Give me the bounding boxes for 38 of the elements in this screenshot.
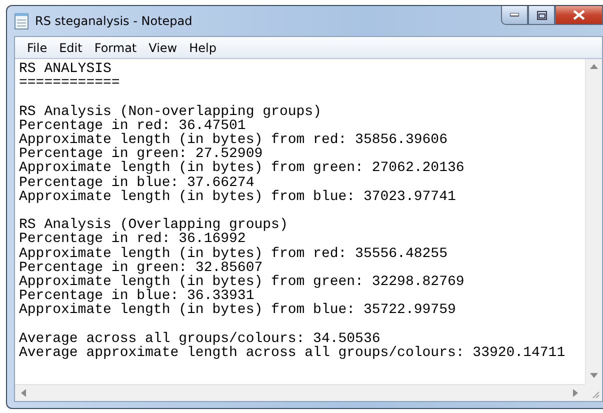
close-icon xyxy=(573,10,585,20)
menu-item[interactable]: Help xyxy=(183,40,222,54)
text-line: Approximate length (in bytes) from red: 35856.39606 xyxy=(19,133,448,148)
text-line: Approximate length (in bytes) from red: 35556.48255 xyxy=(19,246,448,261)
text-line: Percentage in blue: 36.33931 xyxy=(19,289,254,304)
text-line: Average across all groups/colours: 34.50536 xyxy=(19,332,380,346)
text-line: Percentage in green: 32.85607 xyxy=(19,260,264,276)
menu-item[interactable]: View xyxy=(142,40,184,54)
notepad-icon xyxy=(14,12,30,30)
text-line: Percentage in blue: 37.66274 xyxy=(19,176,254,190)
text-line: Average approximate length across all groups/colours: 33920.14711 xyxy=(19,346,566,360)
close-button[interactable] xyxy=(555,6,603,25)
minimize-icon xyxy=(510,13,519,17)
vertical-scrollbar[interactable] xyxy=(585,59,602,384)
horizontal-scrollbar[interactable] xyxy=(15,384,585,401)
scroll-down-icon[interactable] xyxy=(590,372,598,380)
window-title: RS steganalysis - Notepad xyxy=(35,14,192,28)
text-line: ============ xyxy=(19,76,121,90)
text-line: Approximate length (in bytes) from blue: 35722.99759 xyxy=(19,303,457,318)
maximize-icon xyxy=(536,10,546,20)
scroll-left-icon[interactable] xyxy=(20,389,28,397)
text-line: Percentage in red: 36.47501 xyxy=(19,118,246,133)
scroll-up-icon[interactable] xyxy=(590,63,598,71)
menu-item[interactable]: File xyxy=(21,40,54,54)
text-line: Percentage in red: 36.16992 xyxy=(19,232,246,247)
menu-item[interactable]: Format xyxy=(88,40,143,54)
text-line: Percentage in green: 27.52909 xyxy=(19,147,264,162)
size-grip-icon xyxy=(591,390,600,399)
maximize-button[interactable] xyxy=(528,6,555,25)
text-line: Approximate length (in bytes) from blue: 37023.97741 xyxy=(19,190,457,204)
menu-item[interactable]: Edit xyxy=(53,40,88,54)
text-line: RS Analysis (Overlapping groups) xyxy=(19,218,289,232)
text-line: Approximate length (in bytes) from green: 27062.20136 xyxy=(19,161,466,176)
text-line: Approximate length (in bytes) from green: 32298.82769 xyxy=(19,275,466,290)
text-line: RS ANALYSIS xyxy=(19,62,112,76)
minimize-button[interactable] xyxy=(501,6,528,25)
text-line: RS Analysis (Non-overlapping groups) xyxy=(19,104,322,119)
scroll-right-icon[interactable] xyxy=(572,389,580,397)
